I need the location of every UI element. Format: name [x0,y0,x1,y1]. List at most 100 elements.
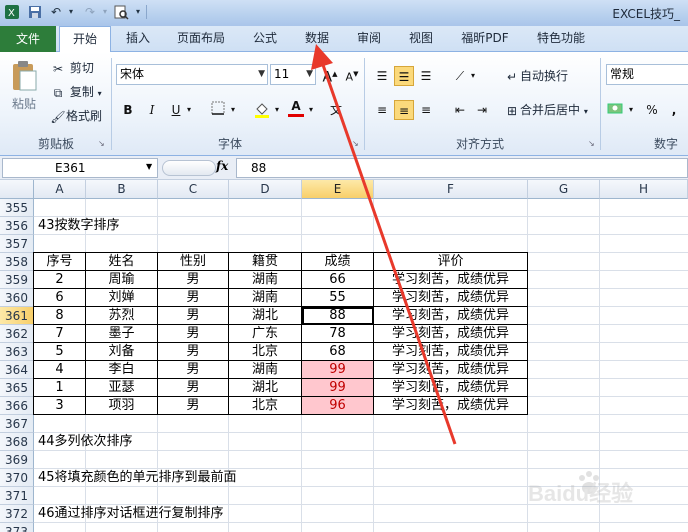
currency-dropdown-icon[interactable]: ▾ [626,100,636,120]
table-cell[interactable]: 7 [34,325,86,343]
table-cell[interactable]: 学习刻苦，成绩优异 [374,343,528,361]
worksheet-grid[interactable]: ABCDEFGH 355 356 357 358 359 360 361 362 363 364 3… [0,44,688,532]
number-format-combo[interactable]: 常规 [606,64,688,85]
row-header-363[interactable]: 363 [0,343,34,361]
name-box[interactable]: E361 [2,158,158,178]
column-header-g[interactable]: G [528,180,600,199]
row-header-359[interactable]: 359 [0,271,34,289]
row-header-355[interactable]: 355 [0,199,34,217]
table-cell[interactable]: 苏烈 [86,307,158,325]
table-cell[interactable]: 6 [34,289,86,307]
column-header-e[interactable]: E [302,180,374,199]
row-header-371[interactable]: 371 [0,487,34,505]
format-painter-button[interactable]: 🖌格式刷 [50,108,102,125]
table-header-cell[interactable]: 成绩 [302,253,374,271]
row-header-369[interactable]: 369 [0,451,34,469]
table-cell[interactable]: 55 [302,289,374,307]
table-cell[interactable]: 北京 [229,343,302,361]
table-cell[interactable]: 5 [34,343,86,361]
tab-view[interactable]: 视图 [400,26,442,52]
align-left-button[interactable]: ≡ [372,100,392,120]
table-cell[interactable]: 3 [34,397,86,415]
row-header-360[interactable]: 360 [0,289,34,307]
row-header-364[interactable]: 364 [0,361,34,379]
select-all-corner[interactable] [0,180,34,199]
bold-button[interactable]: B [118,100,138,120]
table-cell[interactable]: 96 [302,397,374,415]
redo-icon[interactable]: ↷ [82,4,98,20]
table-header-cell[interactable]: 性别 [158,253,229,271]
underline-dropdown-icon[interactable]: ▾ [184,100,194,120]
row-header-370[interactable]: 370 [0,469,34,487]
row-header-361[interactable]: 361 [0,307,34,325]
table-header-cell[interactable]: 评价 [374,253,528,271]
table-cell[interactable]: 项羽 [86,397,158,415]
wrap-text-button[interactable]: ↵ 自动换行 [504,68,568,85]
table-cell[interactable]: 2 [34,271,86,289]
table-cell[interactable]: 学习刻苦，成绩优异 [374,397,528,415]
column-header-d[interactable]: D [229,180,302,199]
comma-button[interactable]: , [664,100,684,120]
row-header-356[interactable]: 356 [0,217,34,235]
copy-button[interactable]: ⧉ 复制 ▾ [50,84,102,102]
section-note-43[interactable]: 43按数字排序 [34,217,334,235]
tab-home[interactable]: 开始 [59,26,111,53]
increase-indent-button[interactable]: ⇥ [472,100,492,120]
font-color-button[interactable]: A [286,98,306,118]
row-header-367[interactable]: 367 [0,415,34,433]
orientation-button[interactable]: ⟋ [450,66,470,86]
table-cell[interactable]: 男 [158,397,229,415]
row-header-368[interactable]: 368 [0,433,34,451]
table-cell[interactable]: 男 [158,289,229,307]
table-cell[interactable]: 男 [158,343,229,361]
fill-color-button[interactable] [252,100,272,120]
column-header-h[interactable]: H [600,180,688,199]
orientation-dropdown-icon[interactable]: ▾ [468,66,478,86]
table-cell[interactable]: 男 [158,379,229,397]
table-cell[interactable]: 刘婵 [86,289,158,307]
grow-font-button[interactable]: A▲ [320,64,340,86]
decrease-indent-button[interactable]: ⇤ [450,100,470,120]
excel-logo-icon[interactable]: X [4,4,20,20]
table-header-cell[interactable]: 籍贯 [229,253,302,271]
tab-formulas[interactable]: 公式 [244,26,286,52]
table-cell[interactable]: 广东 [229,325,302,343]
table-header-cell[interactable]: 姓名 [86,253,158,271]
save-icon[interactable] [27,4,43,20]
formula-input[interactable]: 88 [236,158,688,178]
font-launcher-icon[interactable]: ↘ [352,136,359,152]
table-cell[interactable]: 男 [158,307,229,325]
undo-dropdown-icon[interactable]: ▾ [63,4,79,20]
font-size-combo[interactable]: 11 ▼ [270,64,316,85]
align-right-button[interactable]: ≡ [416,100,436,120]
table-cell[interactable]: 亚瑟 [86,379,158,397]
font-color-dropdown-icon[interactable]: ▾ [306,100,316,120]
align-middle-button[interactable]: ☰ [394,66,414,86]
tab-data[interactable]: 数据 [296,26,338,52]
insert-function-button[interactable]: fx [216,159,228,173]
percent-button[interactable]: % [642,100,662,120]
row-header-365[interactable]: 365 [0,379,34,397]
table-cell[interactable]: 湖南 [229,271,302,289]
table-cell[interactable]: 湖南 [229,361,302,379]
section-note-45[interactable]: 45将填充颜色的单元排序到最前面 [34,469,434,487]
column-header-b[interactable]: B [86,180,158,199]
font-name-combo[interactable]: 宋体 ▼ [116,64,268,85]
table-cell[interactable]: 学习刻苦，成绩优异 [374,271,528,289]
table-cell[interactable]: 湖南 [229,289,302,307]
row-header-357[interactable]: 357 [0,235,34,253]
row-header-372[interactable]: 372 [0,505,34,523]
phonetic-button[interactable]: 文 [326,100,346,120]
align-bottom-button[interactable]: ☰ [416,66,436,86]
tab-review[interactable]: 审阅 [348,26,390,52]
table-cell[interactable]: 李白 [86,361,158,379]
table-cell[interactable]: 学习刻苦，成绩优异 [374,361,528,379]
table-cell[interactable]: 北京 [229,397,302,415]
name-box-dropdown-icon[interactable]: ▼ [146,162,152,171]
column-header-c[interactable]: C [158,180,229,199]
table-cell[interactable]: 男 [158,325,229,343]
tab-special-features[interactable]: 特色功能 [528,26,594,52]
table-cell[interactable]: 学习刻苦，成绩优异 [374,379,528,397]
table-cell[interactable]: 湖北 [229,307,302,325]
table-cell[interactable]: 1 [34,379,86,397]
